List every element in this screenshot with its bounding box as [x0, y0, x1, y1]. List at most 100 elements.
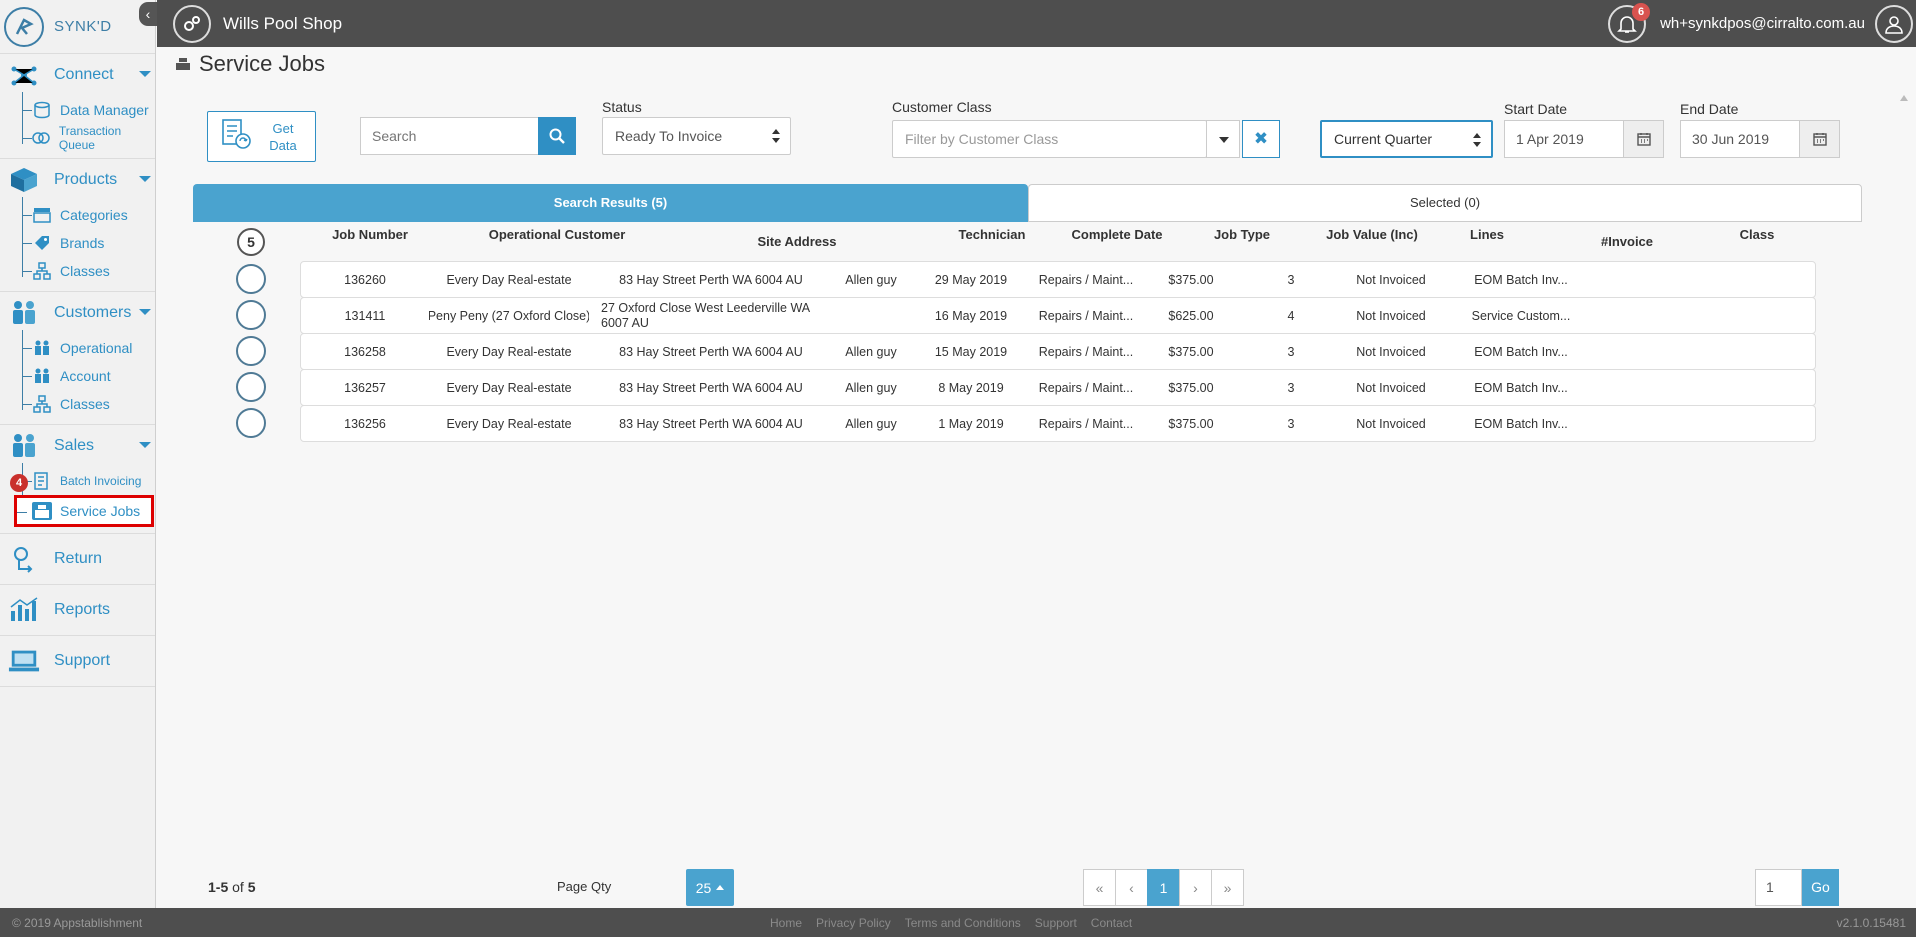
sidebar-item-label: Batch Invoicing: [60, 474, 142, 488]
chevron-down-icon[interactable]: [139, 71, 151, 77]
tab-selected[interactable]: Selected (0): [1028, 184, 1862, 222]
footer-link-terms[interactable]: Terms and Conditions: [905, 916, 1021, 930]
go-button[interactable]: Go: [1802, 869, 1839, 906]
nav-connect[interactable]: Connect: [0, 54, 155, 96]
user-email[interactable]: wh+synkdpos@cirralto.com.au: [1660, 15, 1865, 32]
end-date-label: End Date: [1680, 101, 1739, 117]
table-row[interactable]: 136258 Every Day Real-estate 83 Hay Street…: [300, 333, 1816, 370]
notification-bell-icon[interactable]: 6: [1608, 2, 1651, 43]
clear-customer-class-button[interactable]: ✖: [1242, 120, 1280, 158]
period-value: Current Quarter: [1334, 131, 1433, 147]
sidebar-item-label: Transaction Queue: [58, 124, 122, 152]
shop-name[interactable]: Wills Pool Shop: [223, 14, 342, 34]
nav-connect-label: Connect: [54, 66, 114, 83]
customer-class-input[interactable]: Filter by Customer Class: [892, 120, 1207, 158]
page-qty-button[interactable]: 25: [686, 869, 734, 906]
sidebar-item-categories[interactable]: Categories: [22, 201, 155, 229]
col-invoice[interactable]: #Invoice: [1567, 234, 1687, 249]
sidebar-item-account[interactable]: Account: [22, 362, 155, 390]
sidebar-item-product-classes[interactable]: Classes: [22, 257, 155, 285]
nav-support[interactable]: Support: [0, 636, 155, 686]
footer-link-home[interactable]: Home: [770, 916, 802, 930]
col-technician[interactable]: Technician: [937, 227, 1047, 242]
table-row[interactable]: 136256 Every Day Real-estate 83 Hay Street…: [300, 405, 1816, 442]
next-page-button[interactable]: ›: [1179, 869, 1212, 906]
prev-page-button[interactable]: ‹: [1115, 869, 1148, 906]
cell-site-address: 83 Hay Street Perth WA 6004 AU: [619, 344, 803, 359]
customer-class-dropdown-button[interactable]: [1206, 120, 1240, 158]
tag-icon: [32, 234, 52, 252]
col-site-address[interactable]: Site Address: [687, 234, 907, 249]
tab-search-results[interactable]: Search Results (5): [193, 184, 1028, 222]
page-1-button[interactable]: 1: [1147, 869, 1180, 906]
nav-section-connect: Connect Data Manager Transaction Queue: [0, 54, 155, 159]
calendar-icon[interactable]: [1799, 121, 1839, 157]
col-job-type[interactable]: Job Type: [1187, 227, 1297, 242]
cell-job-number: 136257: [344, 380, 386, 395]
row-select-radio[interactable]: [236, 408, 266, 438]
first-page-button[interactable]: «: [1083, 869, 1116, 906]
sidebar-item-batch-invoicing[interactable]: Batch Invoicing: [22, 467, 155, 495]
table-row[interactable]: 131411 Peny Peny (27 Oxford Close) 27 Oxfo…: [300, 297, 1816, 334]
search-input[interactable]: [360, 117, 538, 155]
col-operational-customer[interactable]: Operational Customer: [462, 227, 652, 242]
col-job-value[interactable]: Job Value (Inc): [1307, 227, 1437, 242]
get-data-button[interactable]: Get Data: [207, 111, 316, 162]
start-date-field[interactable]: 1 Apr 2019: [1504, 120, 1664, 158]
nav-customers-label: Customers: [54, 304, 132, 321]
gear-icon[interactable]: [173, 4, 211, 43]
chevron-down-icon[interactable]: [139, 176, 151, 182]
return-icon: [8, 545, 40, 573]
chevron-down-icon[interactable]: [139, 309, 151, 315]
collapse-sidebar-button[interactable]: ‹: [139, 2, 157, 26]
row-select-radio[interactable]: [236, 264, 266, 294]
scroll-up-icon[interactable]: [1900, 95, 1908, 101]
row-select-radio[interactable]: [236, 372, 266, 402]
col-job-number[interactable]: Job Number: [295, 227, 445, 242]
footer-link-contact[interactable]: Contact: [1091, 916, 1132, 930]
last-page-button[interactable]: »: [1211, 869, 1244, 906]
footer-link-support[interactable]: Support: [1035, 916, 1077, 930]
sidebar-item-brands[interactable]: Brands: [22, 229, 155, 257]
nav-sales[interactable]: Sales: [0, 425, 155, 467]
customer-class-placeholder: Filter by Customer Class: [905, 131, 1059, 147]
user-avatar-icon[interactable]: [1875, 4, 1913, 43]
cell-job-number: 131411: [344, 308, 386, 323]
goto-page-input[interactable]: 1: [1755, 869, 1802, 906]
cell-class: EOM Batch Inv...: [1474, 344, 1568, 359]
page-qty-label: Page Qty: [557, 879, 612, 894]
table-row[interactable]: 136260 Every Day Real-estate 83 Hay Street…: [300, 261, 1816, 298]
sidebar-item-operational[interactable]: Operational: [22, 334, 155, 362]
nav-customers[interactable]: Customers: [0, 292, 155, 334]
footer-link-privacy[interactable]: Privacy Policy: [816, 916, 891, 930]
sidebar-item-customer-classes[interactable]: Classes: [22, 390, 155, 418]
select-all-count[interactable]: 5: [237, 228, 265, 256]
col-complete-date[interactable]: Complete Date: [1057, 227, 1177, 242]
table-row[interactable]: 136257 Every Day Real-estate 83 Hay Street…: [300, 369, 1816, 406]
end-date-field[interactable]: 30 Jun 2019: [1680, 120, 1840, 158]
cell-class: EOM Batch Inv...: [1474, 380, 1568, 395]
nav-products[interactable]: Products: [0, 159, 155, 201]
search-button[interactable]: [538, 117, 576, 155]
synkd-logo-icon: [4, 6, 44, 47]
col-lines[interactable]: Lines: [1447, 227, 1527, 242]
cell-job-type: Repairs / Maint...: [1038, 344, 1134, 359]
start-date-label: Start Date: [1504, 101, 1568, 117]
chevron-down-icon[interactable]: [139, 442, 151, 448]
nav-return[interactable]: Return: [0, 534, 155, 584]
calendar-icon[interactable]: [1623, 121, 1663, 157]
cell-site-address: 27 Oxford Close West Leederville WA 6007…: [601, 300, 810, 330]
row-select-radio[interactable]: [236, 300, 266, 330]
nav-reports[interactable]: Reports: [0, 585, 155, 635]
status-select[interactable]: Ready To Invoice: [602, 117, 791, 155]
col-class[interactable]: Class: [1697, 227, 1817, 242]
cell-technician: Allen guy: [845, 380, 897, 395]
sidebar-item-transaction-queue[interactable]: Transaction Queue: [22, 124, 155, 152]
hierarchy-icon: [32, 262, 52, 280]
row-select-radio[interactable]: [236, 336, 266, 366]
brand[interactable]: SYNK'D: [0, 0, 155, 54]
sidebar-item-data-manager[interactable]: Data Manager: [22, 96, 155, 124]
period-select[interactable]: Current Quarter: [1320, 120, 1493, 158]
document-refresh-icon: [220, 117, 254, 156]
sidebar-item-service-jobs[interactable]: Service Jobs: [14, 495, 154, 527]
